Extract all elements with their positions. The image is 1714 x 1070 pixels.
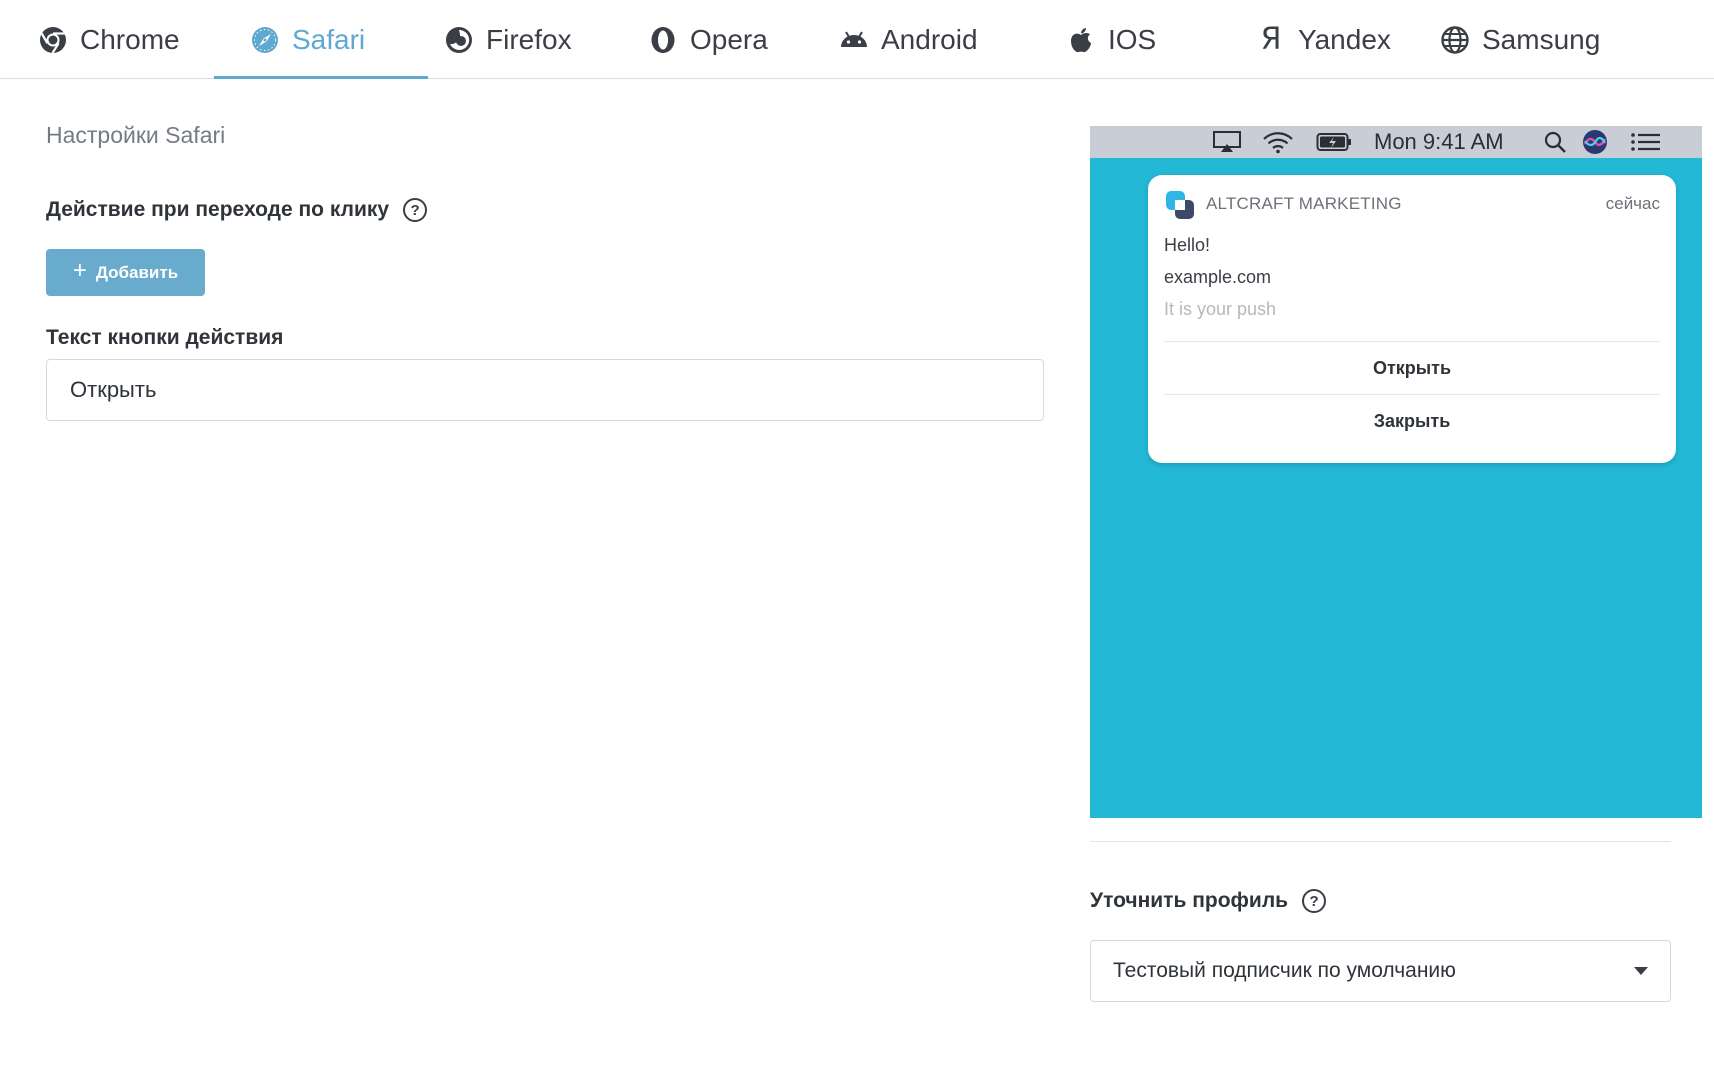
wifi-icon xyxy=(1262,130,1294,154)
plus-icon: + xyxy=(72,257,87,284)
section-title: Настройки Safari xyxy=(46,122,226,148)
tab-label: Opera xyxy=(690,23,768,55)
tab-label: Chrome xyxy=(80,23,180,55)
tab-label: IOS xyxy=(1108,23,1157,55)
android-icon xyxy=(839,25,869,55)
tab-samsung[interactable]: Samsung xyxy=(1440,0,1600,79)
firefox-icon xyxy=(444,25,474,55)
spotlight-search-icon xyxy=(1543,130,1567,154)
notification-body: It is your push xyxy=(1164,299,1277,319)
divider xyxy=(1090,841,1671,842)
notification-site: example.com xyxy=(1164,267,1272,287)
add-action-button[interactable]: + Добавить xyxy=(46,249,205,296)
button-text-label-text: Текст кнопки действия xyxy=(46,326,284,349)
profile-selected-value: Тестовый подписчик по умолчанию xyxy=(1113,959,1456,982)
profile-select[interactable]: Тестовый подписчик по умолчанию xyxy=(1090,940,1671,1002)
profile-label: Уточнить профиль ? xyxy=(1090,889,1327,913)
tab-yandex[interactable]: Я Yandex xyxy=(1256,0,1391,79)
altcraft-logo-icon xyxy=(1164,189,1196,221)
tab-firefox[interactable]: Firefox xyxy=(444,0,572,79)
tab-safari[interactable]: Safari xyxy=(250,0,365,79)
notification-time: сейчас xyxy=(1605,194,1660,213)
notification-open-button[interactable]: Открыть xyxy=(1164,342,1660,394)
yandex-icon: Я xyxy=(1260,22,1282,57)
profile-label-text: Уточнить профиль xyxy=(1090,889,1289,912)
button-text-value: Открыть xyxy=(70,377,157,402)
notification-preview: Mon 9:41 AM ALTCRAFT MARKETING сейчас He… xyxy=(1090,126,1702,818)
globe-icon xyxy=(1440,25,1470,55)
battery-icon xyxy=(1316,130,1352,154)
active-tab-indicator xyxy=(214,76,428,79)
airplay-icon xyxy=(1212,130,1242,154)
apple-icon xyxy=(1066,25,1096,55)
siri-icon xyxy=(1582,130,1608,154)
safari-icon xyxy=(250,25,280,55)
opera-icon xyxy=(648,25,678,55)
tab-label: Yandex xyxy=(1298,23,1391,55)
help-icon[interactable]: ? xyxy=(403,198,428,222)
chrome-icon xyxy=(38,25,68,55)
help-icon[interactable]: ? xyxy=(1302,889,1327,913)
click-action-label-text: Действие при переходе по клику xyxy=(46,198,390,221)
browser-tabs: Chrome Safari Firefox Opera Android IOS … xyxy=(0,0,1714,79)
mac-menubar: Mon 9:41 AM xyxy=(1090,126,1702,158)
add-button-label: Добавить xyxy=(95,262,179,282)
tab-label: Firefox xyxy=(486,23,572,55)
tab-label: Android xyxy=(881,23,978,55)
push-notification: ALTCRAFT MARKETING сейчас Hello! example… xyxy=(1148,175,1676,463)
notification-title: Hello! xyxy=(1164,235,1211,255)
tab-opera[interactable]: Opera xyxy=(648,0,768,79)
click-action-label: Действие при переходе по клику ? xyxy=(46,198,428,222)
menubar-clock: Mon 9:41 AM xyxy=(1374,129,1504,154)
tab-chrome[interactable]: Chrome xyxy=(38,0,180,79)
button-text-input[interactable]: Открыть xyxy=(46,359,1044,421)
notification-close-button[interactable]: Закрыть xyxy=(1164,395,1660,447)
tab-label: Samsung xyxy=(1482,23,1601,55)
notification-center-icon xyxy=(1630,130,1662,154)
tab-ios[interactable]: IOS xyxy=(1066,0,1156,79)
tab-android[interactable]: Android xyxy=(839,0,978,79)
chevron-down-icon xyxy=(1634,967,1648,975)
notification-app-name: ALTCRAFT MARKETING xyxy=(1206,194,1402,213)
button-text-label: Текст кнопки действия xyxy=(46,326,283,350)
tab-label: Safari xyxy=(292,23,366,55)
